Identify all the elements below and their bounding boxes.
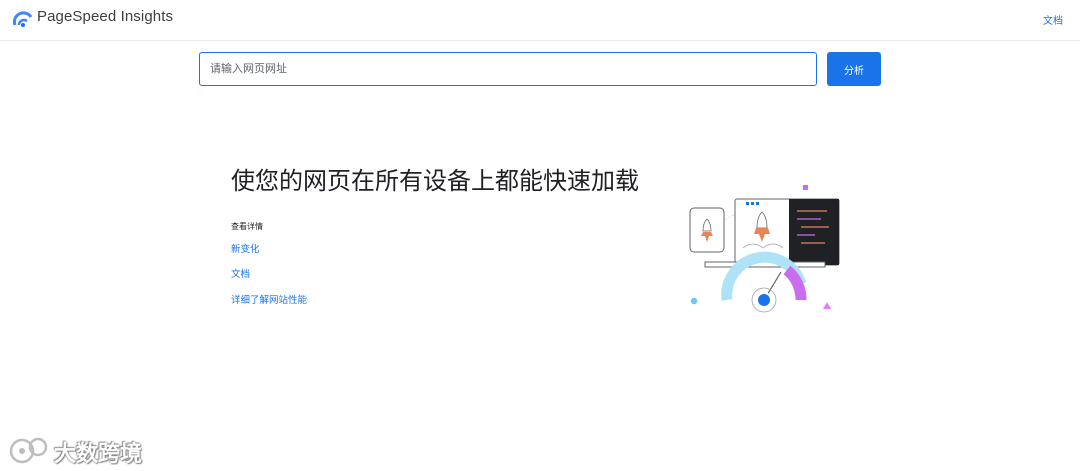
details-label: 查看详情 (231, 222, 263, 231)
devices-speed-gauge-illustration (689, 185, 840, 313)
pagespeed-logo-icon[interactable] (13, 8, 33, 28)
square-decoration (803, 185, 808, 190)
top-header: PageSpeed Insights 文档 (0, 0, 1080, 41)
url-input[interactable] (199, 52, 817, 86)
learn-performance-link[interactable]: 详细了解网站性能 (231, 292, 307, 306)
hero-headline: 使您的网页在所有设备上都能快速加载 (231, 168, 639, 195)
header-docs-link[interactable]: 文档 (1043, 12, 1063, 27)
watermark-text: 大数跨境 (54, 441, 143, 466)
whats-new-link[interactable]: 新变化 (231, 241, 260, 255)
analyze-button[interactable]: 分析 (827, 52, 881, 86)
phone-device (689, 207, 725, 253)
brand-name[interactable]: PageSpeed Insights (37, 8, 173, 25)
dot-decoration (690, 297, 698, 305)
docs-link[interactable]: 文档 (231, 266, 250, 280)
triangle-decoration (823, 302, 831, 309)
